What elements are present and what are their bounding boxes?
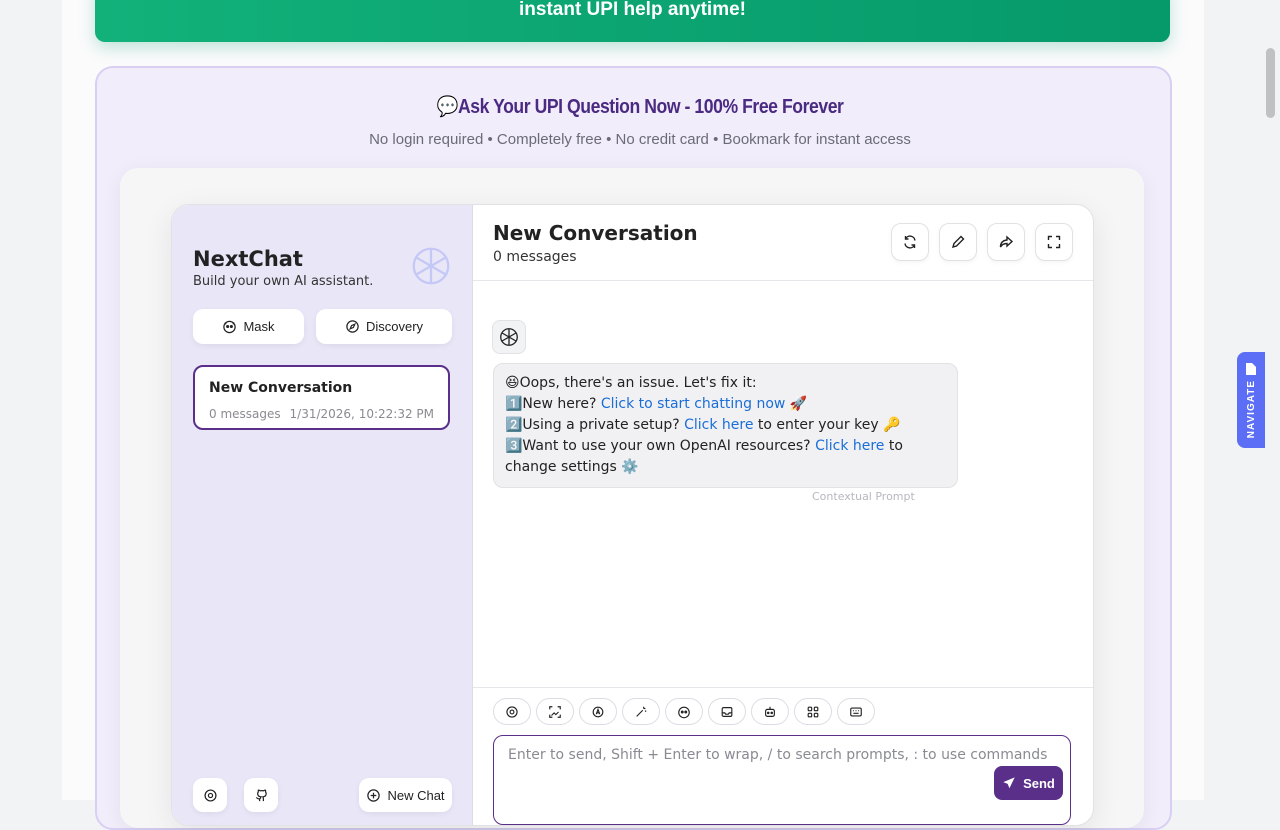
settings-button[interactable] [193, 778, 227, 812]
conversation-title: New Conversation [209, 380, 353, 396]
keyboard-icon [849, 705, 863, 719]
send-label: Send [1023, 775, 1055, 791]
mask-tool[interactable] [665, 698, 703, 725]
mask-button[interactable]: Mask [193, 309, 304, 344]
refresh-button[interactable] [891, 223, 929, 261]
image-tool[interactable] [536, 698, 574, 725]
chat-input[interactable] [494, 736, 1070, 824]
send-icon [1002, 776, 1016, 790]
new-chat-label: New Chat [387, 787, 445, 803]
discovery-label: Discovery [365, 319, 424, 334]
theme-tool[interactable] [579, 698, 617, 725]
page-scrollbar[interactable] [1266, 48, 1275, 118]
share-button[interactable] [987, 223, 1025, 261]
fullscreen-button[interactable] [1035, 223, 1073, 261]
brand-tagline: Build your own AI assistant. [193, 274, 374, 289]
magic-wand-icon [634, 705, 648, 719]
banner-text: instant UPI help anytime! [519, 0, 746, 20]
auto-theme-icon [591, 705, 605, 719]
grid-icon [806, 705, 820, 719]
settings-icon [505, 705, 519, 719]
chat-app: NextChat Build your own AI assistant. Ma… [171, 204, 1094, 826]
mask-label: Mask [243, 319, 275, 334]
message-line-1: 😆Oops, there's an issue. Let's fix it: [505, 375, 757, 391]
message-line-4: 3️⃣Want to use your own OpenAI resources… [505, 438, 903, 475]
navigate-tab[interactable]: NAVIGATE [1237, 352, 1265, 448]
chat-title: New Conversation [493, 221, 698, 245]
share-icon [998, 234, 1014, 250]
refresh-icon [902, 234, 918, 250]
top-banner: instant UPI help anytime! [95, 0, 1170, 42]
ask-subtitle: No login required • Completely free • No… [369, 131, 911, 148]
navigate-label: NAVIGATE [1245, 380, 1257, 439]
fullscreen-icon [1046, 234, 1062, 250]
send-button[interactable]: Send [994, 766, 1063, 800]
chat-header: New Conversation 0 messages [473, 205, 1093, 281]
enter-key-link[interactable]: Click here [684, 417, 753, 433]
document-icon [1245, 362, 1257, 376]
discovery-button[interactable]: Discovery [316, 309, 452, 344]
conversation-date: 1/31/2026, 10:22:32 PM [289, 407, 434, 421]
sidebar: NextChat Build your own AI assistant. Ma… [172, 205, 473, 825]
chat-message-count: 0 messages [493, 249, 577, 265]
chat-input-box: Send [493, 735, 1071, 825]
message-line-3: 2️⃣Using a private setup? Click here to … [505, 417, 901, 433]
shortcut-tool[interactable] [837, 698, 875, 725]
chat-settings-tool[interactable] [493, 698, 531, 725]
model-tool[interactable] [751, 698, 789, 725]
edit-button[interactable] [939, 223, 977, 261]
prompt-tool[interactable] [622, 698, 660, 725]
image-icon [548, 705, 562, 719]
robot-icon [763, 705, 777, 719]
new-chat-button[interactable]: New Chat [359, 778, 452, 812]
gear-icon [203, 788, 218, 803]
brand-title: NextChat [193, 247, 303, 271]
start-chatting-link[interactable]: Click to start chatting now [601, 396, 786, 412]
inbox-icon [720, 705, 734, 719]
conversation-count: 0 messages [209, 407, 281, 421]
bot-message: 😆Oops, there's an issue. Let's fix it: 1… [493, 363, 958, 488]
compass-icon [345, 319, 360, 334]
ask-title: 💬Ask Your UPI Question Now - 100% Free F… [436, 96, 844, 118]
github-button[interactable] [244, 778, 278, 812]
pencil-icon [950, 234, 966, 250]
openai-logo-icon [408, 243, 454, 289]
change-settings-link[interactable]: Click here [815, 438, 884, 454]
plus-circle-icon [366, 788, 381, 803]
mask-icon [222, 319, 237, 334]
github-icon [254, 788, 269, 803]
message-line-2: 1️⃣New here? Click to start chatting now… [505, 396, 808, 412]
plugin-tool[interactable] [794, 698, 832, 725]
bot-avatar-icon [492, 320, 526, 354]
input-area: Send [473, 687, 1093, 825]
mask-face-icon [677, 705, 691, 719]
clear-context-tool[interactable] [708, 698, 746, 725]
conversation-item[interactable]: New Conversation 0 messages 1/31/2026, 1… [193, 365, 450, 430]
message-meta: Contextual Prompt [812, 490, 915, 503]
